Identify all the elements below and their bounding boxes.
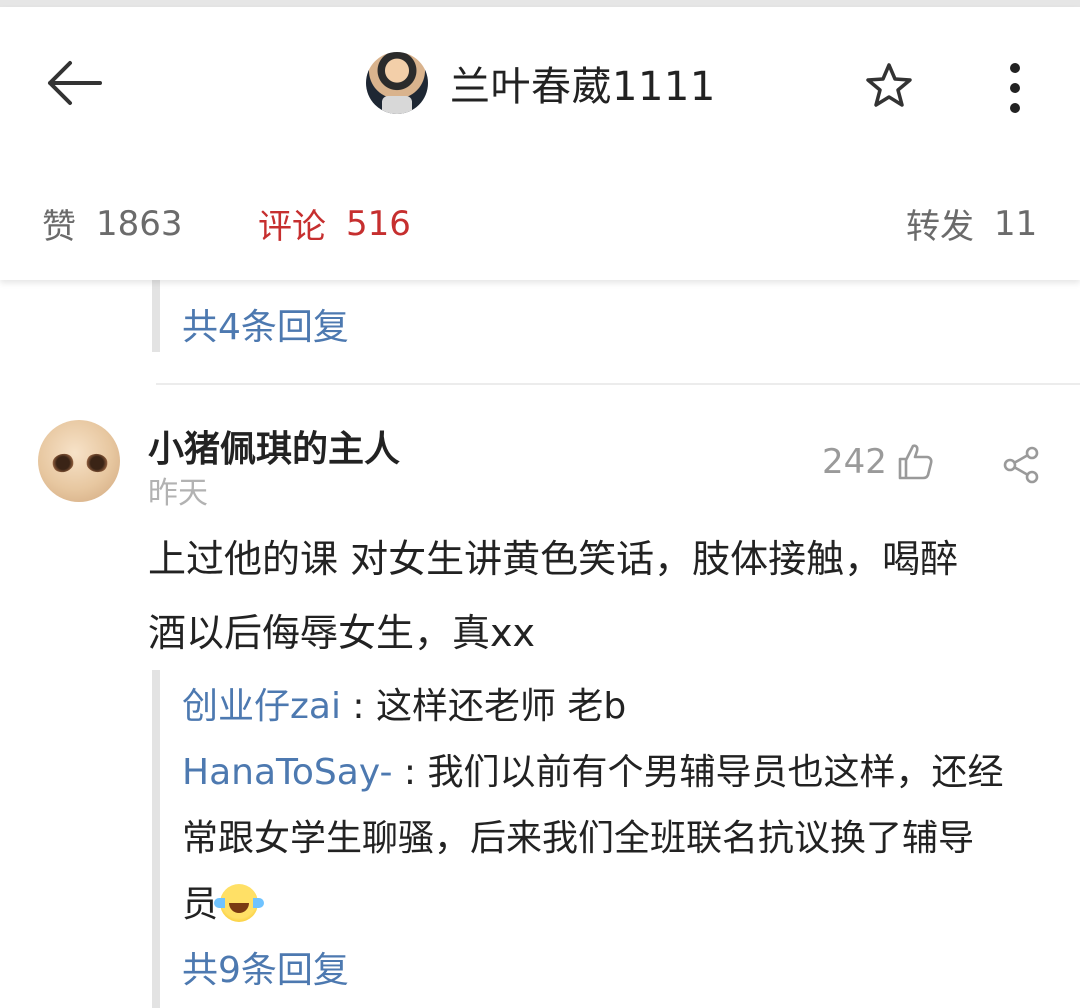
reply-username[interactable]: HanaToSay-: [182, 752, 392, 793]
prev-reply-count-link[interactable]: 共4条回复: [182, 298, 349, 350]
reply-item: HanaToSay- : 我们以前有个男辅导员也这样，还经: [182, 740, 1052, 806]
reply-username[interactable]: 创业仔zai: [182, 686, 341, 727]
reply-item: 创业仔zai : 这样还老师 老b: [182, 674, 1052, 740]
favorite-button[interactable]: [860, 57, 918, 115]
comment-body-line2: 酒以后侮辱女生，真xx: [148, 611, 535, 655]
back-button[interactable]: [36, 51, 112, 115]
vertical-dots-icon: [1010, 63, 1020, 113]
author-avatar[interactable]: [366, 52, 428, 114]
reply-item-continued: 常跟女学生聊骚，后来我们全班联名抗议换了辅导: [182, 806, 1052, 872]
comment-like-count: 242: [822, 442, 887, 482]
commenter-name[interactable]: 小猪佩琪的主人: [148, 420, 400, 472]
status-strip: [0, 0, 1080, 7]
tab-comments[interactable]: 评论 516: [258, 199, 411, 248]
comment-like-button[interactable]: 242: [822, 442, 935, 482]
laughing-crying-emoji-icon: [214, 884, 265, 922]
tab-likes[interactable]: 赞 1863: [42, 199, 183, 248]
comments-count: 516: [346, 203, 411, 244]
comment-body: 上过他的课 对女生讲黄色笑话，肢体接触，喝醉 酒以后侮辱女生，真xx: [148, 522, 1048, 670]
reply-list: 创业仔zai : 这样还老师 老b HanaToSay- : 我们以前有个男辅导…: [182, 674, 1052, 1004]
reply-text: 员: [182, 884, 219, 925]
reply-thread-bar: [152, 670, 160, 1008]
reply-count-link[interactable]: 共9条回复: [182, 938, 1052, 1004]
reply-text: 常跟女学生聊骚，后来我们全班联名抗议换了辅导: [182, 818, 975, 859]
comment-time: 昨天: [148, 476, 208, 511]
comments-label: 评论: [258, 207, 326, 247]
reply-separator: :: [392, 752, 428, 793]
reposts-count: 11: [994, 203, 1038, 244]
thumbs-up-icon: [898, 444, 933, 480]
arrow-left-icon: [48, 61, 102, 105]
reply-thread-bar: [152, 280, 160, 352]
share-icon: [1003, 446, 1039, 484]
comment-divider: [156, 383, 1080, 385]
comment-share-button[interactable]: [1000, 443, 1044, 487]
author-name[interactable]: 兰叶春葳1111: [450, 54, 716, 112]
likes-count: 1863: [96, 203, 183, 244]
post-header: 兰叶春葳1111 赞 1863 评论 516 转发 11: [0, 7, 1080, 280]
tab-reposts[interactable]: 转发 11: [906, 199, 1037, 248]
author-title[interactable]: 兰叶春葳1111: [366, 47, 716, 119]
reply-separator: :: [340, 686, 376, 727]
reposts-label: 转发: [906, 207, 974, 247]
more-options-button[interactable]: [990, 55, 1040, 121]
commenter-avatar[interactable]: [38, 420, 120, 502]
reply-text: 我们以前有个男辅导员也这样，还经: [427, 752, 1004, 793]
likes-label: 赞: [42, 207, 76, 247]
reply-item-continued: 员: [182, 872, 1052, 938]
comment-body-line1: 上过他的课 对女生讲黄色笑话，肢体接触，喝醉: [148, 537, 959, 581]
star-outline-icon: [866, 63, 912, 107]
reply-text: 这样还老师 老b: [375, 686, 627, 727]
